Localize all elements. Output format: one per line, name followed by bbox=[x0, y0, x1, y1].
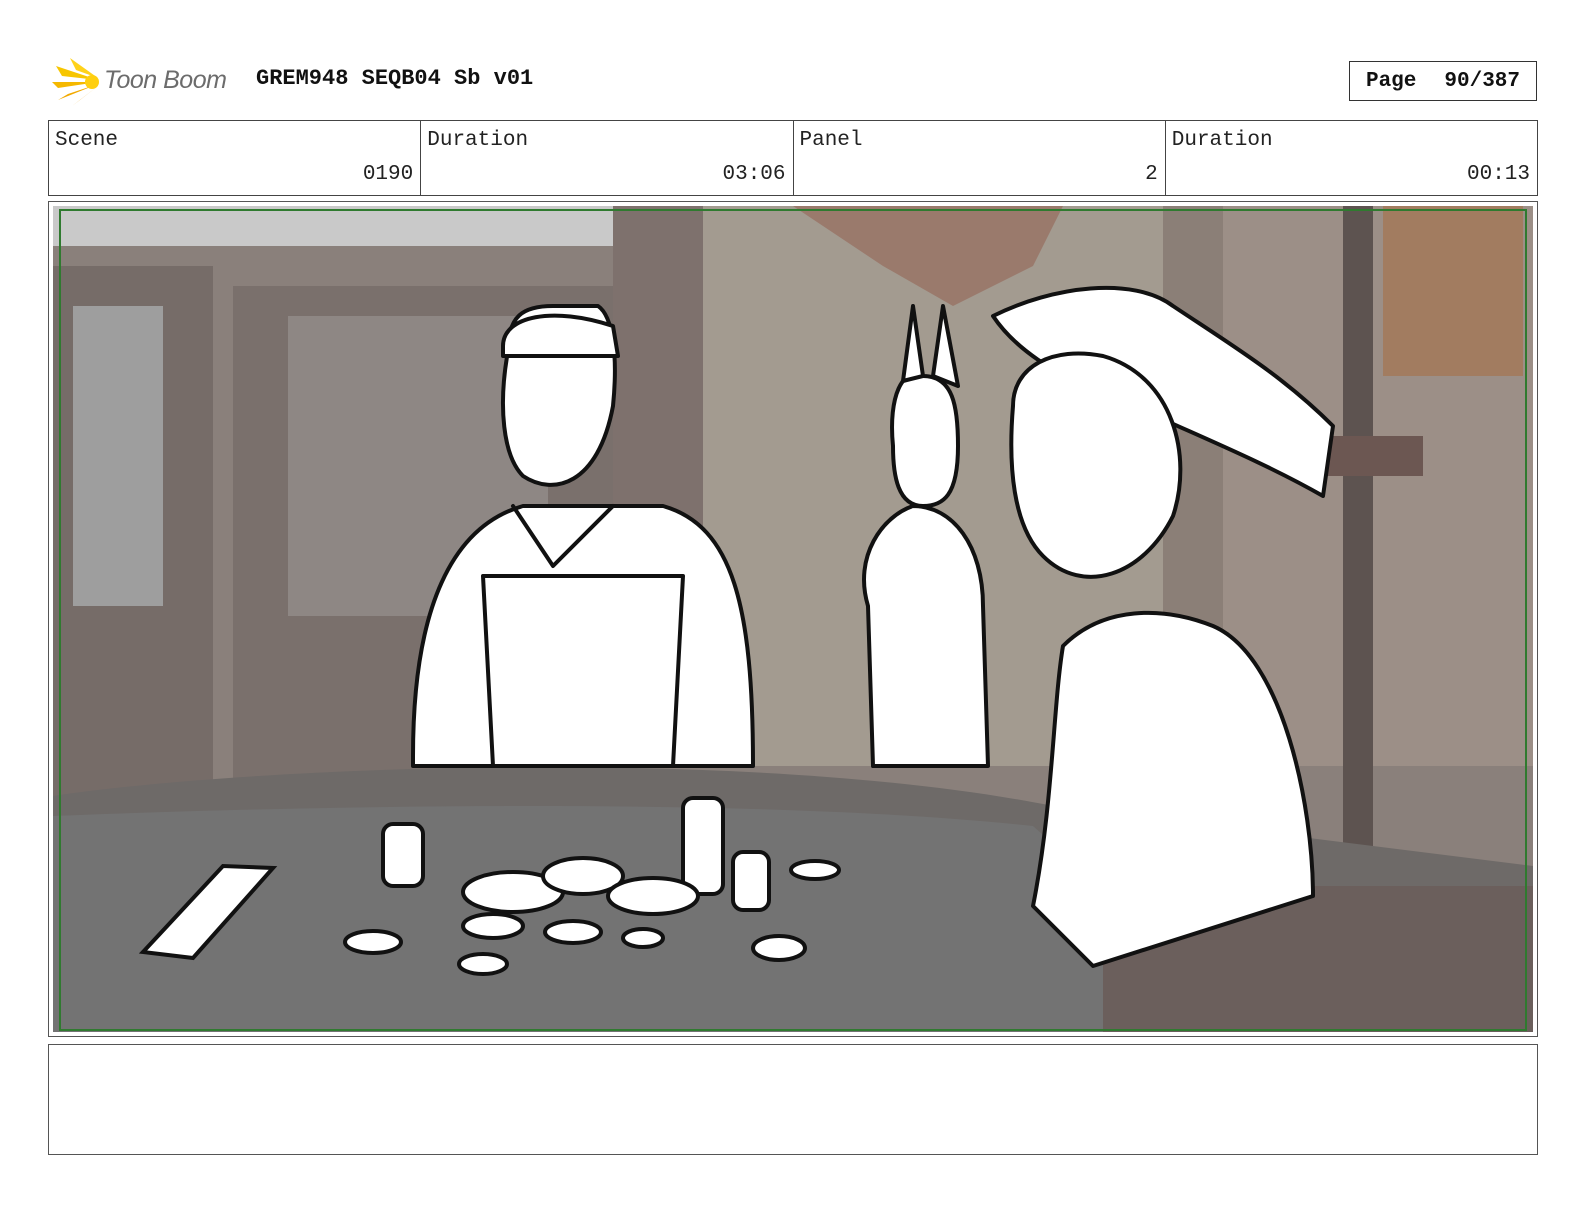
panel-cell: Panel 2 bbox=[794, 121, 1166, 195]
scene-duration-value: 03:06 bbox=[722, 163, 786, 186]
page-number: 90/387 bbox=[1444, 69, 1521, 93]
scene-value: 0190 bbox=[362, 163, 414, 186]
toon-boom-logo: Toon Boom bbox=[52, 56, 242, 108]
panel-duration-value: 00:13 bbox=[1466, 163, 1530, 186]
panel-duration-label: Duration bbox=[1171, 129, 1273, 152]
panel-value: 2 bbox=[1145, 163, 1158, 186]
logo-text: Toon Boom bbox=[104, 66, 227, 94]
storyboard-panel bbox=[48, 201, 1538, 1037]
storyboard-drawing-icon bbox=[53, 206, 1533, 1032]
scene-duration-cell: Duration 03:06 bbox=[421, 121, 794, 195]
scene-duration-label: Duration bbox=[427, 129, 529, 152]
page-label: Page bbox=[1365, 69, 1417, 93]
logo-burst-icon bbox=[52, 58, 99, 106]
scene-info-row: Scene 0190 Duration 03:06 Panel 2 Durati… bbox=[48, 120, 1538, 196]
panel-drawing bbox=[53, 206, 1533, 1032]
panel-notes-box bbox=[48, 1044, 1538, 1155]
panel-label: Panel bbox=[799, 129, 863, 152]
panel-duration-cell: Duration 00:13 bbox=[1166, 121, 1537, 195]
page-indicator: Page 90/387 bbox=[1349, 61, 1537, 101]
scene-cell: Scene 0190 bbox=[49, 121, 422, 195]
document-title: GREM948 SEQB04 Sb v01 bbox=[256, 66, 534, 91]
scene-label: Scene bbox=[55, 129, 119, 152]
